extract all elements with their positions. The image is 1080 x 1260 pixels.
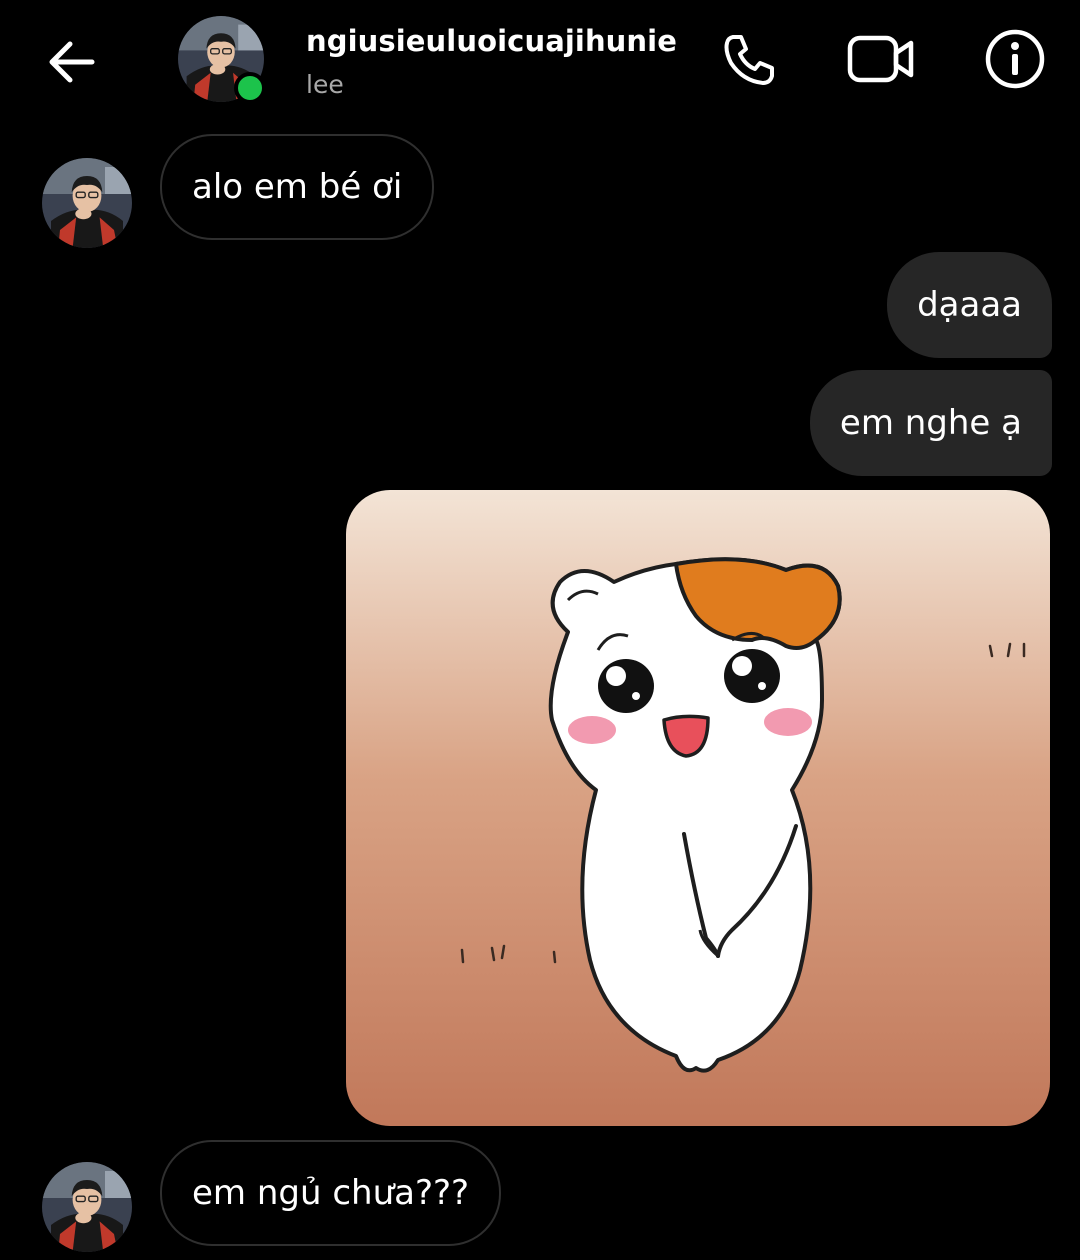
message-bubble-outgoing[interactable]: em nghe ạ bbox=[809, 370, 1052, 476]
phone-icon bbox=[724, 35, 774, 85]
image-message[interactable] bbox=[346, 490, 1050, 1126]
video-call-button[interactable] bbox=[846, 24, 916, 94]
online-status-dot bbox=[234, 72, 266, 104]
chat-header: ngiusieuluoicuajihunie lee bbox=[0, 0, 1080, 120]
message-text: dạaaa bbox=[917, 285, 1022, 325]
avatar bbox=[42, 1162, 132, 1252]
sender-avatar[interactable] bbox=[42, 1162, 132, 1252]
message-text: em nghe ạ bbox=[839, 403, 1022, 443]
message-bubble-incoming[interactable]: em ngủ chưa??? bbox=[160, 1140, 502, 1246]
contact-username[interactable]: ngiusieuluoicuajihunie bbox=[306, 24, 677, 58]
message-text: em ngủ chưa??? bbox=[192, 1173, 470, 1213]
chat-screen: ngiusieuluoicuajihunie lee alo em bé ơi … bbox=[0, 0, 1080, 1260]
video-camera-icon bbox=[847, 35, 914, 83]
info-icon bbox=[985, 29, 1045, 89]
avatar bbox=[42, 158, 132, 248]
voice-call-button[interactable] bbox=[714, 24, 784, 94]
hamster-sticker-image bbox=[346, 490, 1050, 1126]
message-bubble-incoming[interactable]: alo em bé ơi bbox=[160, 134, 435, 240]
arrow-left-icon bbox=[49, 41, 95, 83]
message-bubble-outgoing[interactable]: dạaaa bbox=[887, 252, 1052, 358]
contact-subtitle: lee bbox=[306, 70, 344, 99]
back-button[interactable] bbox=[40, 30, 104, 94]
sender-avatar[interactable] bbox=[42, 158, 132, 248]
info-button[interactable] bbox=[980, 24, 1050, 94]
contact-avatar[interactable] bbox=[178, 16, 266, 104]
message-text: alo em bé ơi bbox=[192, 167, 403, 207]
